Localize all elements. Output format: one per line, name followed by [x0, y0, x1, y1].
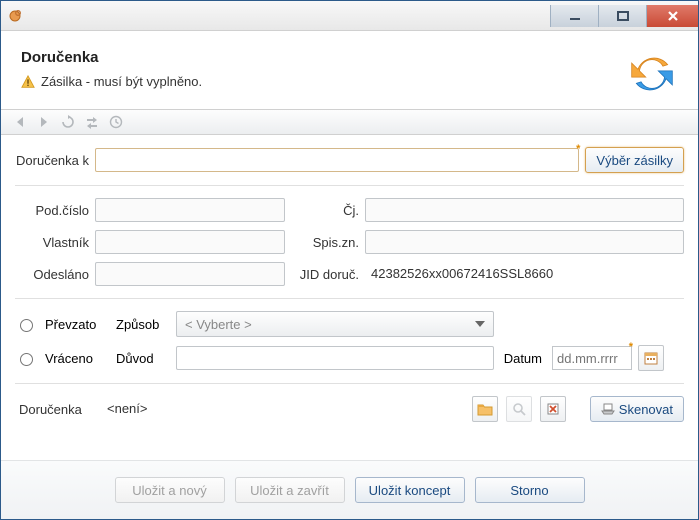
value-dorucenka-file: <není> [101, 397, 466, 421]
header: Doručenka Zásilka - musí být vyplněno. [1, 31, 698, 109]
label-datum: Datum [500, 351, 546, 366]
toolbar [1, 109, 698, 135]
calendar-button[interactable] [638, 345, 664, 371]
remove-icon [546, 402, 560, 416]
app-icon [7, 8, 23, 24]
page-title: Doručenka [21, 49, 202, 66]
label-spiszn: Spis.zn. [285, 235, 365, 250]
label-cj: Čj. [285, 203, 365, 218]
warning-text: Zásilka - musí být vyplněno. [41, 74, 202, 89]
maximize-button[interactable] [598, 5, 646, 27]
input-spiszn[interactable] [365, 230, 684, 254]
dialog-window: Doručenka Zásilka - musí být vyplněno. D… [0, 0, 699, 520]
input-duvod[interactable] [176, 346, 494, 370]
view-attachment-button[interactable] [506, 396, 532, 422]
separator [15, 383, 684, 384]
radio-prevzato[interactable] [20, 319, 33, 332]
next-icon[interactable] [35, 113, 53, 131]
cancel-button[interactable]: Storno [475, 477, 585, 503]
select-shipment-button[interactable]: Výběr zásilky [585, 147, 684, 173]
minimize-button[interactable] [550, 5, 598, 27]
save-draft-button[interactable]: Uložit koncept [355, 477, 465, 503]
magnifier-icon [512, 402, 526, 416]
refresh-icon [626, 49, 678, 99]
select-zpusob-placeholder: < Vyberte > [185, 317, 252, 332]
input-odeslano[interactable] [95, 262, 285, 286]
refresh-small-icon[interactable] [59, 113, 77, 131]
input-vlastnik[interactable] [95, 230, 285, 254]
calendar-icon [644, 351, 658, 365]
separator [15, 185, 684, 186]
required-marker: * [629, 341, 633, 353]
window-controls [550, 5, 698, 27]
required-marker: * [576, 143, 580, 155]
value-jid: 42382526xx00672416SSL8660 [365, 262, 684, 286]
input-cj[interactable] [365, 198, 684, 222]
select-zpusob[interactable]: < Vyberte > [176, 311, 494, 337]
warning-icon [21, 75, 35, 89]
input-podcislo[interactable] [95, 198, 285, 222]
scanner-icon [601, 403, 615, 415]
label-jid: JID doruč. [285, 267, 365, 282]
label-zpusob: Způsob [116, 317, 170, 332]
scan-button[interactable]: Skenovat [590, 396, 684, 422]
browse-button[interactable] [472, 396, 498, 422]
save-close-button[interactable]: Uložit a zavřít [235, 477, 345, 503]
label-podcislo: Pod.číslo [15, 203, 95, 218]
label-dorucenka-k: Doručenka k [15, 153, 95, 168]
history-icon[interactable] [107, 113, 125, 131]
label-dorucenka-file: Doručenka [15, 402, 95, 417]
save-new-button[interactable]: Uložit a nový [115, 477, 225, 503]
input-datum[interactable] [552, 346, 632, 370]
titlebar [1, 1, 698, 31]
label-duvod: Důvod [116, 351, 170, 366]
row-dorucenka-k: Doručenka k * Výběr zásilky [15, 147, 684, 173]
folder-icon [477, 402, 493, 416]
input-dorucenka-k[interactable] [95, 148, 579, 172]
label-vraceno: Vráceno [45, 351, 110, 366]
validation-warning: Zásilka - musí být vyplněno. [21, 74, 202, 89]
remove-attachment-button[interactable] [540, 396, 566, 422]
label-vlastnik: Vlastník [15, 235, 95, 250]
prev-icon[interactable] [11, 113, 29, 131]
label-prevzato: Převzato [45, 317, 110, 332]
footer: Uložit a nový Uložit a zavřít Uložit kon… [1, 460, 698, 519]
form-content: Doručenka k * Výběr zásilky Pod.číslo Čj… [1, 135, 698, 442]
separator [15, 298, 684, 299]
close-button[interactable] [646, 5, 698, 27]
transfer-icon[interactable] [83, 113, 101, 131]
label-odeslano: Odesláno [15, 267, 95, 282]
radio-vraceno[interactable] [20, 353, 33, 366]
